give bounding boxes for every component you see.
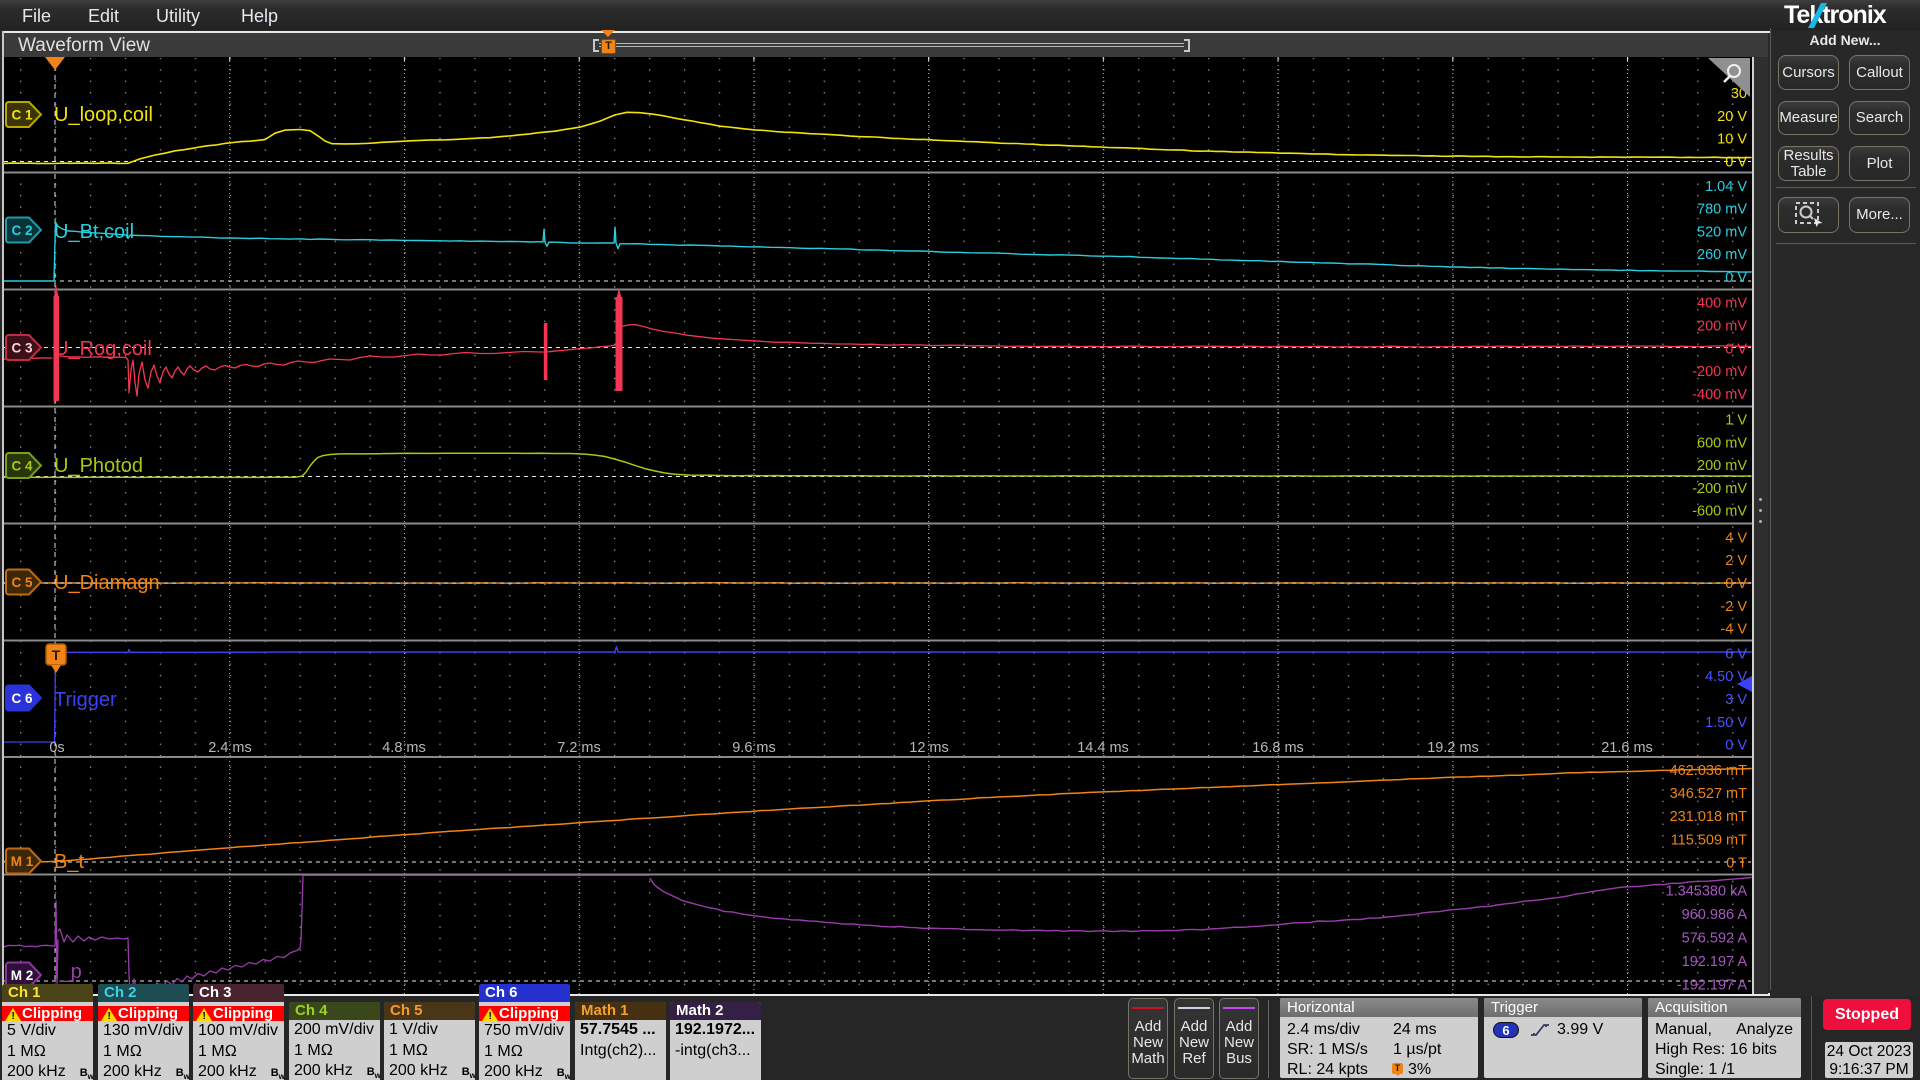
svg-text:0 V: 0 V <box>1725 341 1747 357</box>
svg-text:0 V: 0 V <box>1725 576 1747 592</box>
svg-text:M 2: M 2 <box>11 968 34 983</box>
svg-text:462.036 mT: 462.036 mT <box>1670 763 1748 779</box>
svg-text:4.8 ms: 4.8 ms <box>382 740 426 756</box>
svg-text:0 V: 0 V <box>1725 154 1747 170</box>
svg-text:U_loop,coil: U_loop,coil <box>54 104 153 126</box>
svg-text:U_Diamagn: U_Diamagn <box>54 572 160 594</box>
svg-text:U_Photod: U_Photod <box>54 455 143 477</box>
svg-text:1.04 V: 1.04 V <box>1705 179 1747 195</box>
svg-text:9.6 ms: 9.6 ms <box>732 740 776 756</box>
svg-text:7.2 ms: 7.2 ms <box>557 740 601 756</box>
svg-text:-600 mV: -600 mV <box>1692 504 1747 520</box>
svg-text:1 V: 1 V <box>1725 413 1747 429</box>
svg-text:I_p: I_p <box>54 961 82 983</box>
svg-text:B_t: B_t <box>54 851 84 873</box>
svg-text:6 V: 6 V <box>1725 646 1747 662</box>
svg-text:600 mV: 600 mV <box>1697 435 1747 451</box>
svg-text:231.018 mT: 231.018 mT <box>1670 809 1748 825</box>
svg-text:1.50 V: 1.50 V <box>1705 715 1747 731</box>
svg-text:16.8 ms: 16.8 ms <box>1252 740 1304 756</box>
svg-text:576.592 A: 576.592 A <box>1682 931 1748 947</box>
svg-text:0 V: 0 V <box>1725 270 1747 286</box>
svg-text:20 V: 20 V <box>1717 109 1747 125</box>
svg-text:-200 mV: -200 mV <box>1692 481 1747 497</box>
svg-text:346.527 mT: 346.527 mT <box>1670 786 1748 802</box>
svg-text:-4 V: -4 V <box>1720 622 1747 638</box>
svg-text:-400 mV: -400 mV <box>1692 387 1747 403</box>
svg-text:-192.197 A: -192.197 A <box>1677 978 1747 994</box>
svg-text:21.6 ms: 21.6 ms <box>1601 740 1653 756</box>
svg-text:12 ms: 12 ms <box>909 740 949 756</box>
svg-text:200 mV: 200 mV <box>1697 458 1747 474</box>
svg-text:4 V: 4 V <box>1725 530 1747 546</box>
svg-text:192.197 A: 192.197 A <box>1682 954 1748 970</box>
svg-text:C 4: C 4 <box>11 459 33 474</box>
svg-text:C 6: C 6 <box>11 691 33 706</box>
svg-text:0s: 0s <box>49 740 64 756</box>
svg-text:520 mV: 520 mV <box>1697 224 1747 240</box>
svg-text:Trigger: Trigger <box>54 689 117 711</box>
svg-text:-2 V: -2 V <box>1720 599 1747 615</box>
svg-text:14.4 ms: 14.4 ms <box>1077 740 1129 756</box>
svg-text:3 V: 3 V <box>1725 692 1747 708</box>
svg-text:-200 mV: -200 mV <box>1692 364 1747 380</box>
svg-text:U_Bt,coil: U_Bt,coil <box>54 221 134 243</box>
svg-text:1.345380 kA: 1.345380 kA <box>1666 884 1748 900</box>
svg-text:200 mV: 200 mV <box>1697 319 1747 335</box>
svg-text:780 mV: 780 mV <box>1697 202 1747 218</box>
svg-text:T: T <box>52 647 61 663</box>
svg-text:960.986 A: 960.986 A <box>1682 907 1748 923</box>
svg-text:2 V: 2 V <box>1725 553 1747 569</box>
svg-text:2.4 ms: 2.4 ms <box>208 740 252 756</box>
svg-text:260 mV: 260 mV <box>1697 247 1747 263</box>
svg-text:400 mV: 400 mV <box>1697 296 1747 312</box>
svg-text:C 5: C 5 <box>11 575 33 590</box>
svg-text:10 V: 10 V <box>1717 132 1747 148</box>
svg-text:C 2: C 2 <box>11 223 32 238</box>
svg-text:C 1: C 1 <box>11 108 33 123</box>
svg-text:115.509 mT: 115.509 mT <box>1671 833 1747 849</box>
svg-text:0 T: 0 T <box>1726 855 1747 871</box>
svg-text:0 V: 0 V <box>1725 738 1747 754</box>
svg-text:19.2 ms: 19.2 ms <box>1427 740 1479 756</box>
svg-text:C 3: C 3 <box>11 341 33 356</box>
svg-text:M 1: M 1 <box>11 854 34 869</box>
svg-text:U_Rog,coil: U_Rog,coil <box>54 338 152 360</box>
